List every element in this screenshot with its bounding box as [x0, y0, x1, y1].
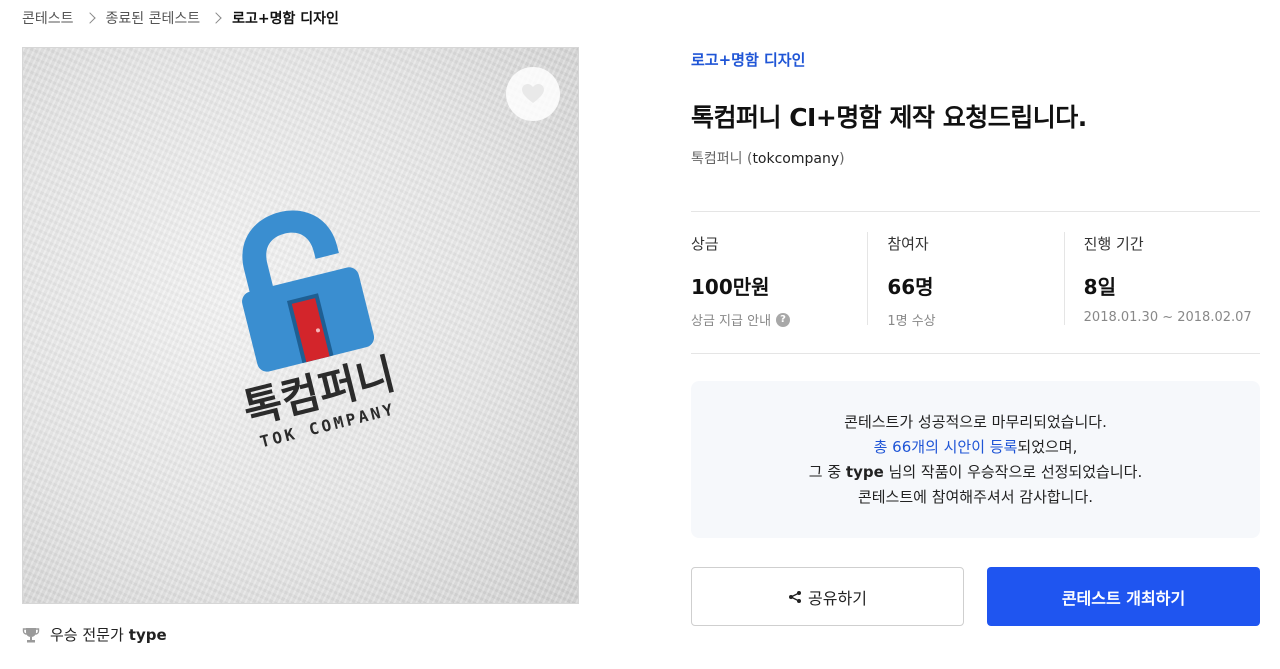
contest-category[interactable]: 로고+명함 디자인	[691, 49, 805, 70]
trophy-icon	[22, 627, 40, 642]
notice-line-2-rest: 되었으며,	[1017, 437, 1078, 456]
host-handle[interactable]: tokcompany	[752, 151, 839, 167]
stat-prize: 상금 100만원 상금 지급 안내 ?	[691, 212, 867, 353]
like-button[interactable]	[506, 67, 560, 121]
breadcrumb-item-contest[interactable]: 콘테스트	[22, 8, 74, 28]
host-name: 톡컴퍼니 (	[691, 151, 753, 167]
breadcrumb: 콘테스트 종료된 콘테스트 로고+명함 디자인	[22, 8, 339, 28]
heart-icon	[522, 84, 544, 103]
winner-label: 우승 전문가	[50, 626, 124, 644]
stat-prize-value: 100만원	[691, 275, 770, 299]
host-contest-button[interactable]: 콘테스트 개최하기	[987, 567, 1260, 626]
chevron-right-icon	[210, 12, 222, 24]
stat-duration: 진행 기간 8일 2018.01.30 ~ 2018.02.07	[1063, 212, 1260, 353]
stat-participants: 참여자 66명 1명 수상	[867, 212, 1063, 353]
share-button[interactable]: 공유하기	[691, 567, 964, 626]
host-contest-button-label: 콘테스트 개최하기	[1061, 588, 1186, 608]
notice-line-2: 총 66개의 시안이 등록되었으며,	[874, 435, 1078, 460]
notice-line-1: 콘테스트가 성공적으로 마무리되었습니다.	[844, 412, 1107, 431]
stat-participants-label: 참여자	[887, 235, 929, 253]
notice-winner-name: type	[845, 462, 884, 481]
share-icon	[789, 590, 802, 603]
notice-line-4: 콘테스트에 참여해주셔서 감사합니다.	[857, 487, 1094, 506]
contest-stats: 상금 100만원 상금 지급 안내 ? 참여자 66명 1명 수상 진행 기간 …	[691, 211, 1260, 354]
contest-winning-image[interactable]: 톡컴퍼니 TOK COMPANY	[22, 47, 579, 604]
stat-duration-label: 진행 기간	[1083, 235, 1144, 253]
winner-line: 우승 전문가 type	[22, 624, 167, 645]
chevron-right-icon	[83, 12, 96, 24]
winner-name[interactable]: type	[129, 626, 167, 644]
contest-result-notice: 콘테스트가 성공적으로 마무리되었습니다. 총 66개의 시안이 등록되었으며,…	[691, 381, 1260, 538]
question-icon[interactable]: ?	[776, 312, 791, 327]
stat-prize-label: 상금	[691, 235, 719, 253]
submissions-link[interactable]: 총 66개의 시안이 등록	[874, 438, 1018, 456]
notice-line-3: 그 중 type 님의 작품이 우승작으로 선정되었습니다.	[809, 460, 1142, 485]
notice-line-3-pre: 그 중	[808, 462, 846, 481]
breadcrumb-item-ended-contests[interactable]: 종료된 콘테스트	[106, 8, 201, 28]
host-close: )	[839, 151, 845, 167]
stat-duration-value: 8일	[1083, 275, 1116, 299]
share-button-label: 공유하기	[808, 588, 867, 608]
contest-host: 톡컴퍼니 (tokcompany)	[691, 148, 845, 168]
notice-line-3-post: 님의 작품이 우승작으로 선정되었습니다.	[883, 462, 1143, 481]
breadcrumb-item-current[interactable]: 로고+명함 디자인	[232, 8, 339, 28]
stat-participants-value: 66명	[887, 275, 934, 299]
prize-payment-info[interactable]: 상금 지급 안내 ?	[691, 310, 867, 329]
stat-duration-sub: 2018.01.30 ~ 2018.02.07	[1083, 310, 1252, 325]
contest-title: 톡컴퍼니 CI+명함 제작 요청드립니다.	[691, 103, 1087, 132]
stat-participants-sub: 1명 수상	[887, 314, 936, 329]
stat-prize-sub[interactable]: 상금 지급 안내	[691, 310, 771, 329]
